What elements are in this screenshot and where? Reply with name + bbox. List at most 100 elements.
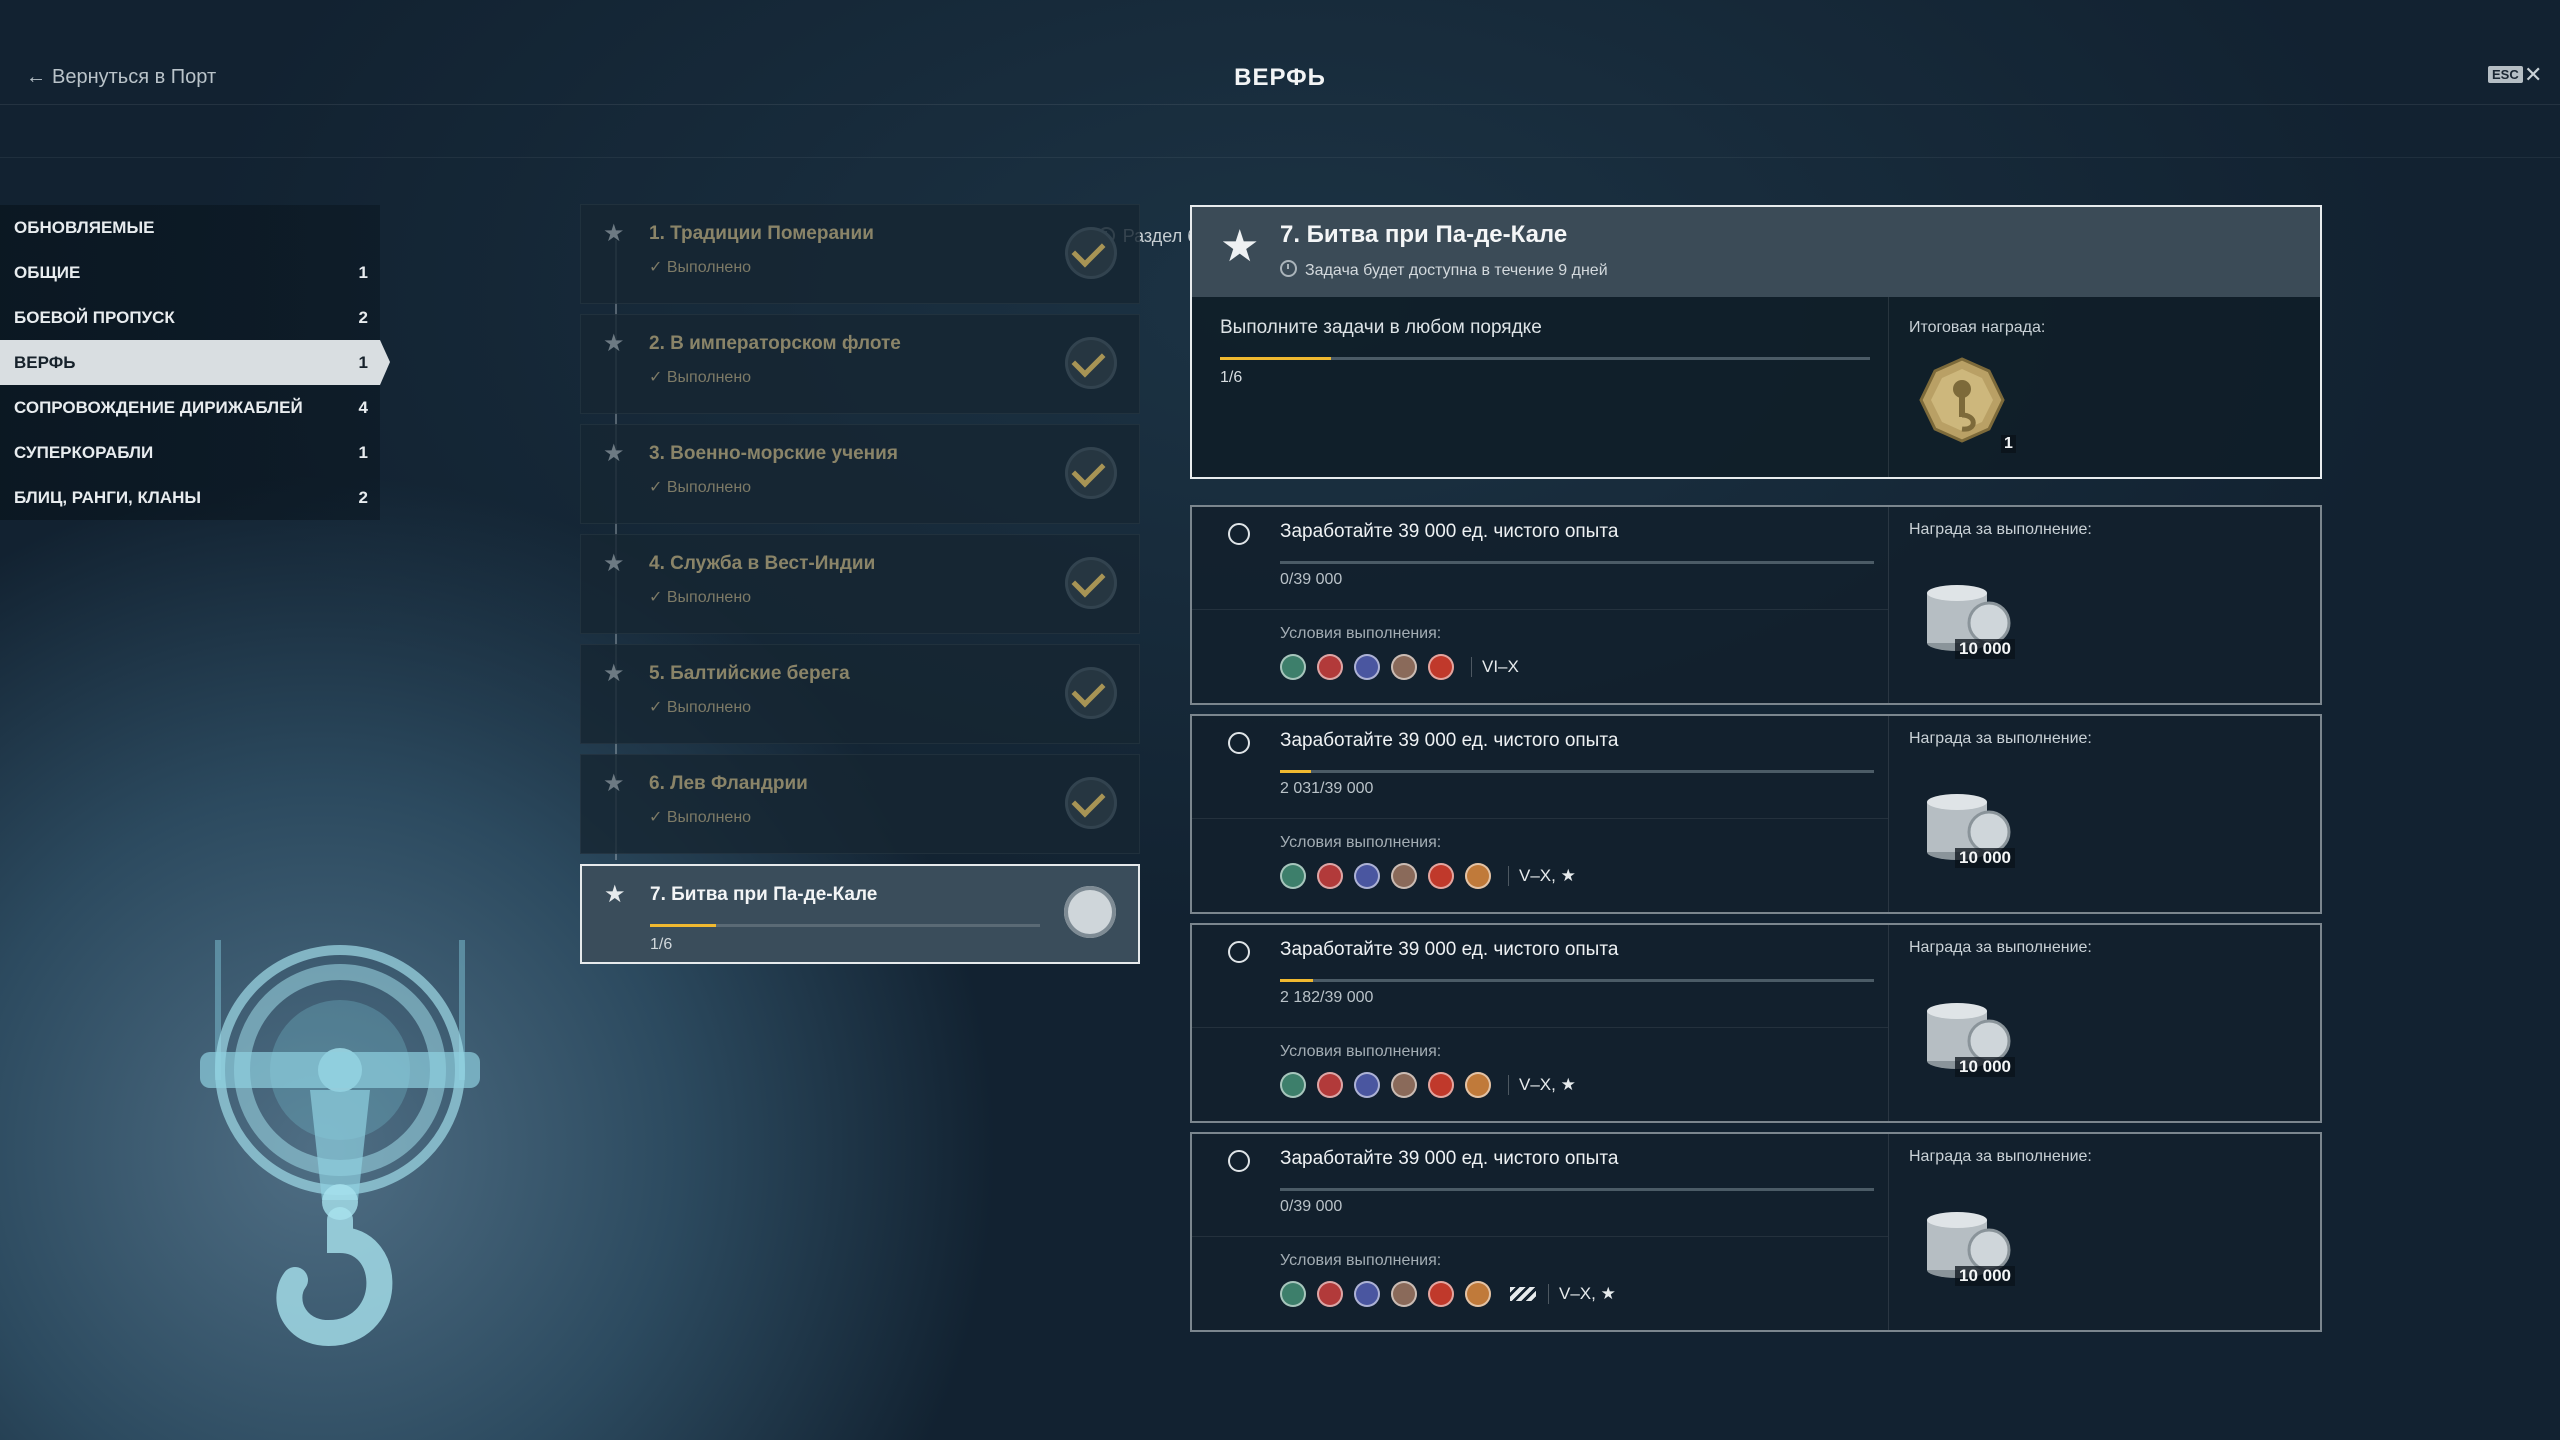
sidebar-item-general[interactable]: ОБЩИЕ 1 [0,250,380,295]
sidebar-item-count: 1 [358,353,368,372]
check-small-icon: ✓ [649,479,667,496]
nation-flag-icon [1280,1281,1306,1307]
completed-check-icon [1065,667,1117,719]
stage-item-4[interactable]: ★ 4. Служба в Вест-Индии ✓ Выполнено [580,534,1140,634]
nation-flag-icon [1354,1072,1380,1098]
stage-progress-bar [650,924,1040,927]
nation-flag-icon [1465,1072,1491,1098]
task-reward-label: Награда за выполнение: [1909,521,2092,538]
task-title: Заработайте 39 000 ед. чистого опыта [1280,730,1619,751]
task-progress-count: 0/39 000 [1280,571,1343,588]
sidebar-item-blitz-ranks-clans[interactable]: БЛИЦ, РАНГИ, КЛАНЫ 2 [0,475,380,520]
task-radio[interactable] [1228,732,1250,754]
sidebar-item-superships[interactable]: СУПЕРКОРАБЛИ 1 [0,430,380,475]
nation-flag-icon [1317,1072,1343,1098]
sidebar-item-battle-pass[interactable]: БОЕВОЙ ПРОПУСК 2 [0,295,380,340]
nation-flag-icon [1280,1072,1306,1098]
task-progress-fill [1280,979,1314,982]
task-card: Заработайте 39 000 ед. чистого опыта 0/3… [1190,505,2322,705]
task-reward-amount: 10 000 [1955,1266,2015,1286]
task-reward-label: Награда за выполнение: [1909,730,2092,747]
task-progress-fill [1280,770,1311,773]
divider [1192,818,1888,819]
final-reward-count: 1 [2001,435,2016,453]
stage-item-7-active[interactable]: ★ 7. Битва при Па-де-Кале 1/6 [580,864,1140,964]
sidebar-item-shipyard[interactable]: ВЕРФЬ 1 [0,340,390,385]
task-title: Заработайте 39 000 ед. чистого опыта [1280,1148,1619,1169]
card-subtitle: Задача будет доступна в течение 9 дней [1280,260,1608,280]
stage-title: 1. Традиции Померании [649,223,874,244]
stage-status-label: Выполнено [666,699,752,716]
stage-item-5[interactable]: ★ 5. Балтийские берега ✓ Выполнено [580,644,1140,744]
check-small-icon: ✓ [649,699,667,716]
task-progress-count: 2 182/39 000 [1280,989,1374,1006]
conditions-label: Условия выполнения: [1280,625,1442,642]
task-progress-bar [1280,1188,1874,1191]
nation-flag-icon [1391,863,1417,889]
task-radio[interactable] [1228,941,1250,963]
stage-item-6[interactable]: ★ 6. Лев Фландрии ✓ Выполнено [580,754,1140,854]
sidebar-item-count: 4 [358,398,368,417]
clock-icon [1280,260,1297,277]
conditions-label: Условия выполнения: [1280,834,1442,851]
stage-title: 2. В императорском флоте [649,333,901,354]
nation-flag-icon [1465,1281,1491,1307]
conditions-label: Условия выполнения: [1280,1043,1442,1060]
divider [1192,609,1888,610]
completed-check-icon [1065,777,1117,829]
divider [1192,1236,1888,1237]
task-reward-label: Награда за выполнение: [1909,939,2092,956]
stage-status-label: Выполнено [666,369,752,386]
sidebar-item-label: ОБЩИЕ [14,263,81,282]
task-progress-count: 2 031/39 000 [1280,780,1374,797]
task-reward-section: Награда за выполнение: 10 000 [1888,925,2321,1121]
conditions-row: V–X, ★ [1280,862,1576,890]
close-icon[interactable]: ✕ [2524,62,2542,88]
task-reward-amount: 10 000 [1955,639,2015,659]
ship-class-icon [1510,1287,1536,1301]
nation-flag-icon [1391,1281,1417,1307]
stage-status: ✓ Выполнено [649,477,751,497]
nation-flag-icon [1280,654,1306,680]
card-progress-bar [1220,357,1870,360]
check-small-icon: ✓ [649,589,667,606]
nation-flag-icon [1428,1072,1454,1098]
sidebar-item-airship-escort[interactable]: СОПРОВОЖДЕНИЕ ДИРИЖАБЛЕЙ 4 [0,385,380,430]
task-reward-amount: 10 000 [1955,1057,2015,1077]
task-progress-bar [1280,979,1874,982]
task-radio[interactable] [1228,1150,1250,1172]
stage-item-3[interactable]: ★ 3. Военно-морские учения ✓ Выполнено [580,424,1140,524]
tier-range: V–X, ★ [1508,866,1576,886]
sidebar-item-updatable[interactable]: ОБНОВЛЯЕМЫЕ [0,205,380,250]
nation-flag-icon [1354,654,1380,680]
task-card: Заработайте 39 000 ед. чистого опыта 0/3… [1190,1132,2322,1332]
task-progress-count: 0/39 000 [1280,1198,1343,1215]
completed-check-icon [1065,447,1117,499]
medal-icon[interactable] [1919,357,2005,443]
tier-range: VI–X [1471,657,1519,677]
availability-bar: Раздел будет доступен в течение 9 дней [0,105,2560,246]
conditions-row: VI–X [1280,653,1519,681]
stage-item-2[interactable]: ★ 2. В императорском флоте ✓ Выполнено [580,314,1140,414]
check-small-icon: ✓ [649,369,667,386]
nation-flag-icon [1354,1281,1380,1307]
completed-check-icon [1065,557,1117,609]
task-radio[interactable] [1228,523,1250,545]
nation-flag-icon [1428,1281,1454,1307]
card-progress-count: 1/6 [1220,369,1243,386]
stage-item-1[interactable]: ★ 1. Традиции Померании ✓ Выполнено [580,204,1140,304]
star-icon: ★ [604,881,626,908]
sidebar-item-label: БОЕВОЙ ПРОПУСК [14,308,175,327]
sidebar-item-label: СУПЕРКОРАБЛИ [14,443,154,462]
task-title: Заработайте 39 000 ед. чистого опыта [1280,521,1619,542]
nation-flag-icon [1465,863,1491,889]
task-progress-bar [1280,770,1874,773]
sidebar-item-count: 1 [358,263,368,282]
stage-status: ✓ Выполнено [649,367,751,387]
stage-title: 6. Лев Фландрии [649,773,808,794]
nation-flag-icon [1280,863,1306,889]
nation-flag-icon [1428,863,1454,889]
task-reward-section: Награда за выполнение: 10 000 [1888,716,2321,912]
divider [1192,1027,1888,1028]
card-title: 7. Битва при Па-де-Кале [1280,221,1568,248]
